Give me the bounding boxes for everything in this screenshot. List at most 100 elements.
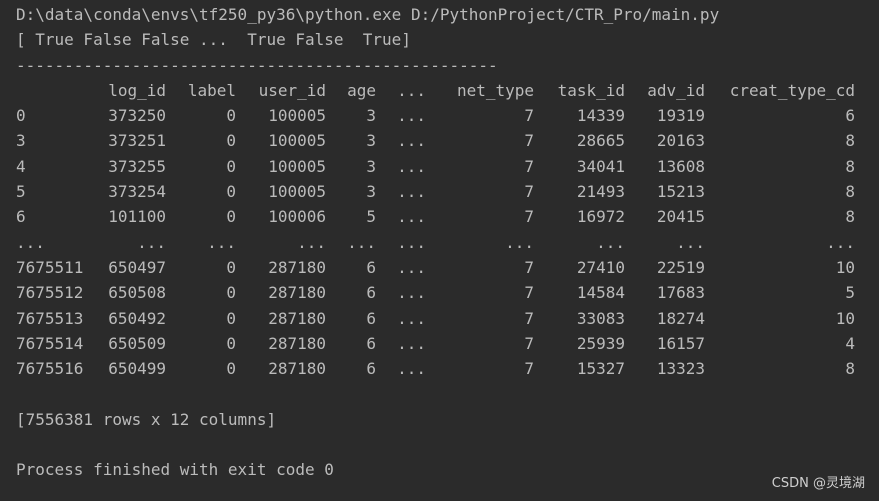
table-cell: 100005: [268, 106, 326, 126]
table-cell: 0: [226, 359, 236, 379]
table-cell: ...: [347, 232, 376, 252]
table-cell: 16157: [656, 333, 705, 353]
table-cell: 4: [845, 333, 855, 353]
table-cell: ...: [397, 257, 426, 277]
table-cell: ...: [297, 232, 326, 252]
table-cell: ...: [397, 131, 426, 151]
table-cell: 650508: [108, 283, 166, 303]
table-cell: 8: [845, 156, 855, 176]
table-body: 0 373250 0 100005 3... 7 14339 19319 6 3 373251 0 10…: [16, 103, 879, 381]
table-row: ..............................: [16, 230, 879, 255]
table-cell: 28665: [576, 131, 625, 151]
table-cell: 10: [835, 257, 855, 277]
table-header: log_id label user_id age... net_type task_id a…: [16, 78, 879, 103]
table-cell: 650497: [108, 257, 166, 277]
table-cell: 7: [524, 106, 534, 126]
table-cell: 287180: [268, 257, 326, 277]
table-cell: 0: [226, 182, 236, 202]
table-cell: 14339: [576, 106, 625, 126]
table-cell: 13608: [656, 156, 705, 176]
table-cell: ...: [397, 182, 426, 202]
table-cell: 6: [366, 283, 376, 303]
table-cell: 7: [524, 182, 534, 202]
row-index: 7675513: [16, 308, 84, 328]
table-cell: 373250: [108, 106, 166, 126]
table-cell: 6: [366, 359, 376, 379]
table-cell: 373255: [108, 156, 166, 176]
table-cell: 20163: [656, 131, 705, 151]
table-cell: 7: [524, 283, 534, 303]
table-row: 6 101100 0 100006 5... 7 16972 20415 8: [16, 204, 879, 229]
table-cell: 650492: [108, 308, 166, 328]
table-cell: 287180: [268, 308, 326, 328]
table-cell: ...: [397, 333, 426, 353]
bool-array-output: [ True False False ... True False True]: [16, 30, 411, 50]
table-cell: 8: [845, 207, 855, 227]
table-cell: 100005: [268, 156, 326, 176]
table-cell: 25939: [576, 333, 625, 353]
table-cell: 287180: [268, 283, 326, 303]
table-cell: 8: [845, 182, 855, 202]
table-cell: 101100: [108, 207, 166, 227]
table-cell: 100006: [268, 207, 326, 227]
table-cell: ...: [596, 232, 625, 252]
table-cell: 373254: [108, 182, 166, 202]
column-header: age: [347, 80, 376, 100]
table-cell: 7: [524, 207, 534, 227]
table-cell: ...: [207, 232, 236, 252]
column-header: log_id: [108, 80, 166, 100]
table-cell: 19319: [656, 106, 705, 126]
table-cell: 100005: [268, 182, 326, 202]
table-cell: 373251: [108, 131, 166, 151]
table-cell: ...: [826, 232, 855, 252]
table-cell: 6: [366, 308, 376, 328]
table-cell: 7: [524, 131, 534, 151]
table-cell: 287180: [268, 359, 326, 379]
table-cell: 0: [226, 131, 236, 151]
command-line: D:\data\conda\envs\tf250_py36\python.exe…: [16, 5, 720, 24]
table-cell: ...: [397, 232, 426, 252]
table-cell: 20415: [656, 207, 705, 227]
table-cell: 14584: [576, 283, 625, 303]
table-cell: 287180: [268, 333, 326, 353]
table-cell: 7: [524, 257, 534, 277]
table-cell: ...: [676, 232, 705, 252]
table-cell: 6: [366, 333, 376, 353]
table-cell: ...: [137, 232, 166, 252]
row-index: 7675512: [16, 283, 84, 303]
row-index: 3: [16, 131, 26, 151]
table-cell: 650509: [108, 333, 166, 353]
table-cell: ...: [397, 106, 426, 126]
table-cell: ...: [397, 156, 426, 176]
column-header: ...: [397, 80, 426, 100]
table-cell: 15327: [576, 359, 625, 379]
table-cell: 3: [366, 156, 376, 176]
table-cell: 0: [226, 207, 236, 227]
table-cell: 0: [226, 308, 236, 328]
table-cell: 3: [366, 182, 376, 202]
row-index: 7675516: [16, 359, 84, 379]
table-row: 7675513 650492 0 287180 6... 7 33083 18274 10: [16, 306, 879, 331]
table-cell: 100005: [268, 131, 326, 151]
table-cell: 0: [226, 106, 236, 126]
table-cell: 13323: [656, 359, 705, 379]
table-cell: 34041: [576, 156, 625, 176]
table-row: 7675514 650509 0 287180 6... 7 25939 16157 4: [16, 331, 879, 356]
table-cell: 18274: [656, 308, 705, 328]
table-cell: 8: [845, 131, 855, 151]
table-cell: 10: [835, 308, 855, 328]
table-row: 7675512 650508 0 287180 6... 7 14584 17683 5: [16, 280, 879, 305]
column-header: task_id: [557, 80, 625, 100]
table-row: 3 373251 0 100005 3... 7 28665 20163 8: [16, 128, 879, 153]
table-cell: 7: [524, 359, 534, 379]
table-cell: 6: [366, 257, 376, 277]
exit-message: Process finished with exit code 0: [16, 460, 334, 480]
table-row: 0 373250 0 100005 3... 7 14339 19319 6: [16, 103, 879, 128]
console-output[interactable]: D:\data\conda\envs\tf250_py36\python.exe…: [0, 0, 879, 501]
table-cell: 5: [845, 283, 855, 303]
table-cell: 650499: [108, 359, 166, 379]
column-header: user_id: [258, 80, 326, 100]
table-cell: ...: [397, 207, 426, 227]
table-cell: ...: [397, 283, 426, 303]
